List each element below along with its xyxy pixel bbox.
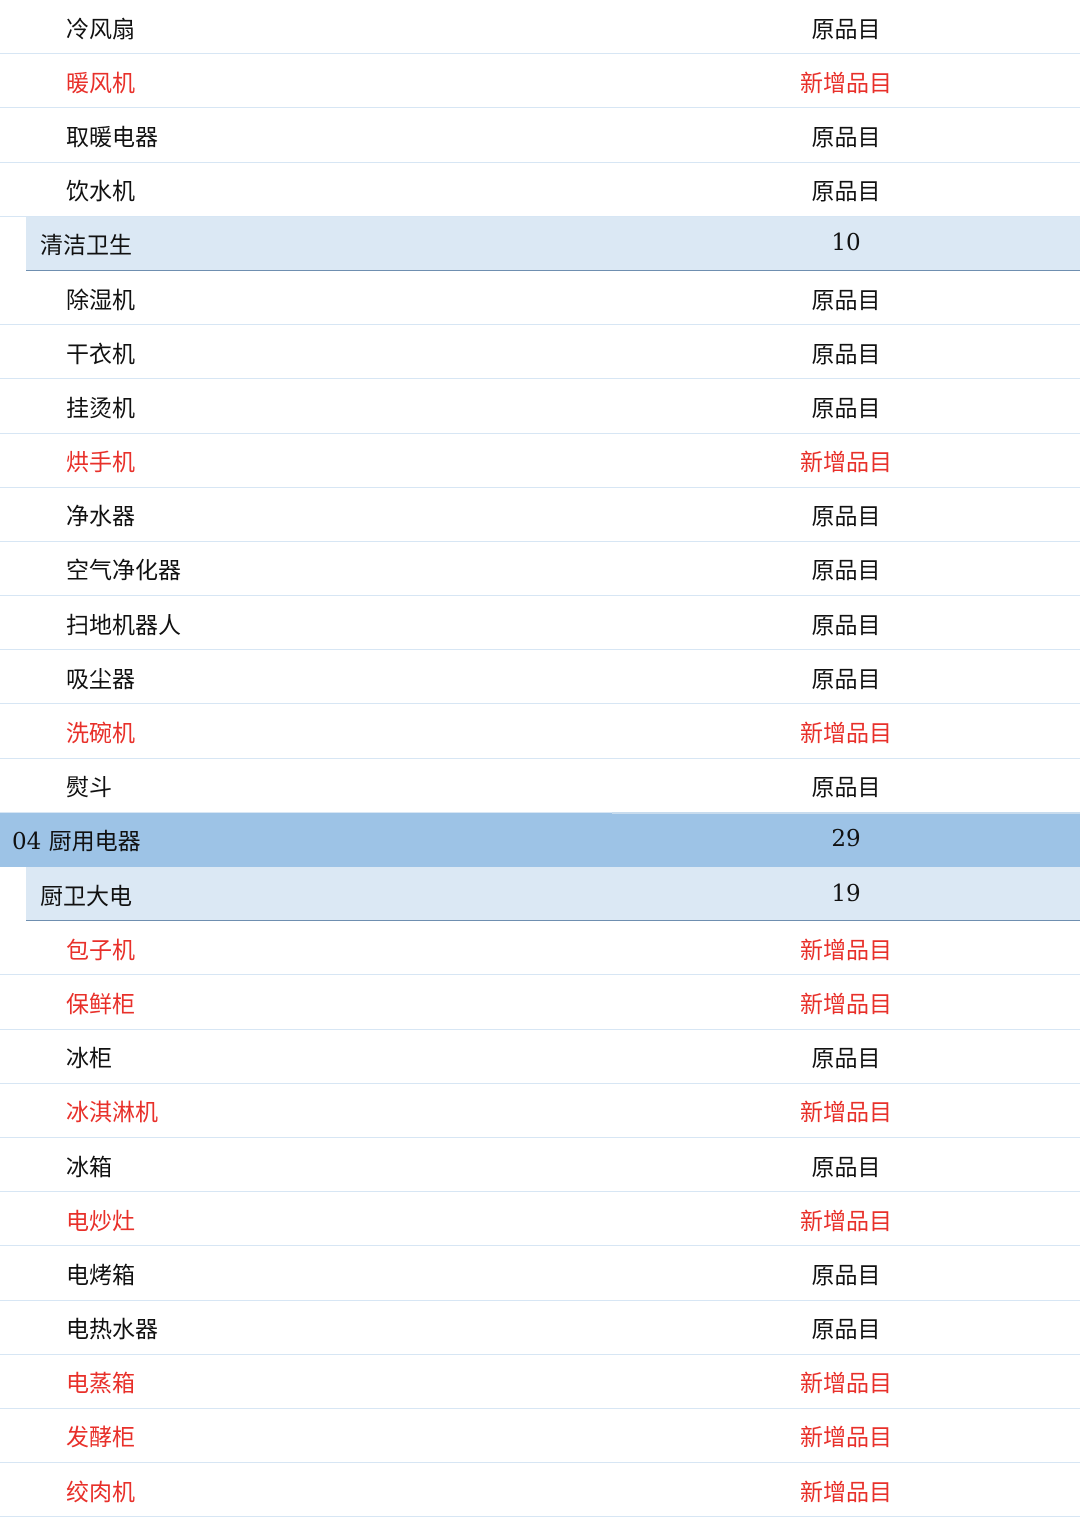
product-status: 新增品目 bbox=[800, 1479, 892, 1506]
product-status: 原品目 bbox=[811, 395, 881, 422]
table-row: 烘手机 新增品目 bbox=[0, 434, 1080, 488]
table-row: 电热水器 原品目 bbox=[0, 1301, 1080, 1355]
product-status: 原品目 bbox=[811, 1154, 881, 1181]
table-row: 冰柜 原品目 bbox=[0, 1030, 1080, 1084]
product-status: 原品目 bbox=[811, 1046, 881, 1073]
table-row: 冰淇淋机 新增品目 bbox=[0, 1084, 1080, 1138]
table-row: 发酵柜 新增品目 bbox=[0, 1409, 1080, 1464]
product-status: 原品目 bbox=[811, 1317, 881, 1344]
table-row: 取暖电器 原品目 bbox=[0, 108, 1080, 163]
table-row: 包子机 新增品目 bbox=[0, 921, 1080, 976]
table-row: 绞肉机 新增品目 bbox=[0, 1463, 1080, 1517]
product-status: 新增品目 bbox=[800, 1371, 892, 1398]
product-status: 新增品目 bbox=[800, 70, 892, 97]
table-row: 熨斗 原品目 bbox=[0, 759, 1080, 813]
product-status: 原品目 bbox=[811, 124, 881, 151]
table-row: 干衣机 原品目 bbox=[0, 325, 1080, 380]
table-row: 除湿机 原品目 bbox=[0, 271, 1080, 326]
category-count: 19 bbox=[831, 880, 861, 907]
product-status: 原品目 bbox=[811, 1262, 881, 1289]
product-category-table: 冷风扇 原品目 暖风机 新增品目 取暖电器 原品目 饮水机 原品目 清洁卫生 10 除湿机 原品目 干衣… bbox=[0, 0, 1080, 1517]
product-status: 新增品目 bbox=[800, 1208, 892, 1235]
table-row: 饮水机 原品目 bbox=[0, 163, 1080, 217]
table-row: 洗碗机 新增品目 bbox=[0, 704, 1080, 759]
table-row: 电烤箱 原品目 bbox=[0, 1246, 1080, 1301]
table-row: 冰箱 原品目 bbox=[0, 1138, 1080, 1193]
product-status: 原品目 bbox=[811, 341, 881, 368]
table-row: 冷风扇 原品目 bbox=[0, 0, 1080, 55]
product-status: 新增品目 bbox=[800, 721, 892, 748]
product-status: 原品目 bbox=[811, 179, 881, 206]
table-row: 暖风机 新增品目 bbox=[0, 54, 1080, 109]
table-row: 电蒸箱 新增品目 bbox=[0, 1355, 1080, 1409]
product-status: 原品目 bbox=[811, 16, 881, 43]
product-status: 原品目 bbox=[811, 666, 881, 693]
category-header-row: 04 厨用电器 29 bbox=[0, 811, 1080, 867]
product-status: 新增品目 bbox=[800, 450, 892, 477]
table-row: 保鲜柜 新增品目 bbox=[0, 975, 1080, 1030]
table-row: 挂烫机 原品目 bbox=[0, 379, 1080, 434]
product-status: 新增品目 bbox=[800, 991, 892, 1018]
product-status: 原品目 bbox=[811, 504, 881, 531]
table-row: 空气净化器 原品目 bbox=[0, 542, 1080, 597]
row-divider bbox=[612, 811, 1080, 814]
product-status: 原品目 bbox=[811, 287, 881, 314]
category-count: 10 bbox=[831, 230, 861, 257]
subcategory-header-row: 清洁卫生 10 bbox=[26, 216, 1080, 271]
category-count: 29 bbox=[831, 826, 861, 853]
table-row: 电炒灶 新增品目 bbox=[0, 1192, 1080, 1247]
table-row: 吸尘器 原品目 bbox=[0, 650, 1080, 705]
table-row: 扫地机器人 原品目 bbox=[0, 596, 1080, 651]
table-row: 净水器 原品目 bbox=[0, 488, 1080, 542]
product-status: 新增品目 bbox=[800, 1100, 892, 1127]
subcategory-header-row: 厨卫大电 19 bbox=[26, 867, 1080, 922]
product-status: 原品目 bbox=[811, 775, 881, 802]
product-status: 新增品目 bbox=[800, 1425, 892, 1452]
product-status: 原品目 bbox=[811, 558, 881, 585]
product-status: 原品目 bbox=[811, 612, 881, 639]
product-status: 新增品目 bbox=[800, 937, 892, 964]
